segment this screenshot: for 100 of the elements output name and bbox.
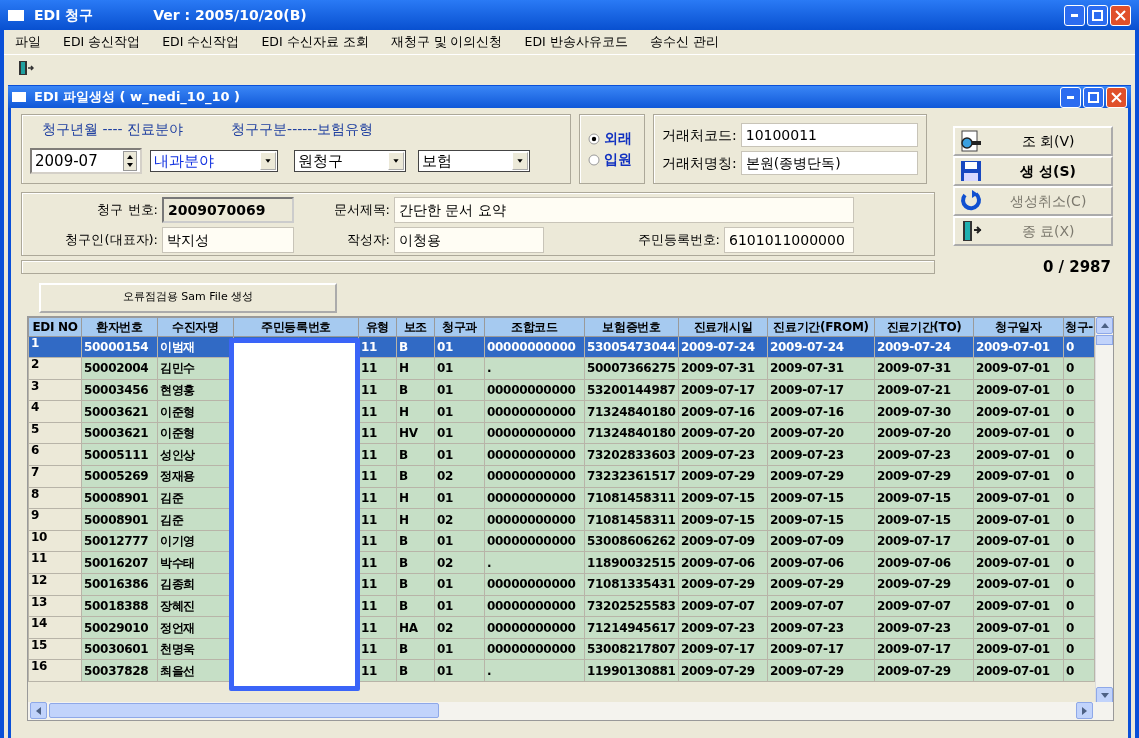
column-header[interactable]: 진료기간(TO) [874, 317, 974, 336]
table-cell: 00000000000 [487, 577, 576, 592]
vendor-name-field[interactable]: 본원(종병단독) [740, 151, 918, 175]
table-cell: 50002004 [84, 361, 149, 376]
close-button[interactable] [1106, 86, 1127, 108]
column-header[interactable]: 조합코드 [484, 317, 585, 336]
scroll-left-button[interactable] [30, 702, 47, 719]
scroll-thumb[interactable] [49, 703, 439, 718]
table-cell: 02 [437, 512, 454, 527]
maximize-button[interactable] [1087, 4, 1108, 26]
table-cell: 50007366275 [587, 361, 676, 376]
table-cell: HA [399, 620, 418, 635]
minimize-button[interactable] [1064, 4, 1085, 26]
department-dropdown[interactable]: 내과분야 [150, 150, 278, 172]
menu-item[interactable]: 파일 [4, 32, 52, 52]
table-cell: 2009-07-17 [681, 383, 755, 397]
claim-type-dropdown[interactable]: 원청구 [294, 150, 406, 172]
right-arrow-icon [1082, 706, 1087, 715]
column-header[interactable]: 진료기간(FROM) [767, 317, 875, 336]
menu-item[interactable]: EDI 수신자료 조회 [250, 32, 380, 52]
table-cell: 2009-07-29 [877, 663, 951, 678]
table-cell: 01 [437, 663, 454, 678]
table-cell: 2009-07-21 [877, 383, 951, 397]
table-cell: 2009-07-24 [681, 339, 755, 354]
vendor-code-field[interactable]: 10100011 [740, 123, 918, 147]
table-cell: 73232361517 [587, 469, 676, 484]
menu-item[interactable]: 재청구 및 이의신청 [379, 32, 514, 52]
month-spin-field[interactable]: 2009-07 [30, 148, 142, 174]
table-cell: 53200144987 [587, 383, 676, 397]
record-counter: 0 / 2987 [1042, 257, 1111, 278]
text-field[interactable]: 이청용 [394, 227, 544, 253]
table-cell: 0 [1066, 598, 1075, 613]
column-header[interactable]: 주민등록번호 [233, 317, 359, 336]
table-cell: 01 [437, 577, 454, 592]
menu-item[interactable]: 송수신 관리 [638, 32, 730, 52]
table-cell: 0 [1066, 555, 1075, 570]
column-header[interactable]: 청구과 [434, 317, 485, 336]
table-cell: 2009-07-01 [976, 404, 1050, 419]
table-cell: B [399, 577, 408, 592]
exit-door-icon[interactable] [16, 58, 34, 77]
text-field[interactable]: 6101011000000 [724, 227, 854, 253]
menu-item[interactable]: EDI 송신작업 [52, 32, 152, 52]
column-header[interactable]: 보험증번호 [584, 317, 679, 336]
column-header[interactable]: 청구- [1063, 317, 1095, 336]
column-header[interactable]: 진료개시일 [678, 317, 768, 336]
text-field[interactable]: 2009070069 [162, 197, 294, 223]
field-label: 주민등록번호: [636, 231, 721, 250]
sam-file-button[interactable]: 오류점검용 Sam File 생성 [39, 282, 337, 313]
table-cell: 2009-07-07 [770, 598, 844, 613]
table-cell: 성인상 [160, 447, 196, 462]
table-cell: 2009-07-29 [681, 577, 755, 592]
group-legend: 청구년월 ---- 진료분야 [42, 119, 184, 140]
maximize-icon [1088, 91, 1099, 103]
text-field[interactable]: 박지성 [162, 227, 294, 253]
column-header[interactable]: 수진자명 [157, 317, 234, 336]
table-cell: 2009-07-31 [681, 361, 755, 376]
table-cell: 50000154 [84, 339, 149, 354]
table-cell: 50005269 [84, 469, 149, 484]
spin-arrows-icon[interactable] [123, 151, 137, 171]
table-cell: 00000000000 [487, 404, 576, 419]
menu-item[interactable]: EDI 수신작업 [151, 32, 251, 52]
column-header[interactable]: 유형 [358, 317, 397, 336]
scroll-up-button[interactable] [1096, 316, 1113, 334]
table-cell: 2009-07-01 [976, 642, 1050, 657]
radio-button[interactable] [588, 132, 600, 145]
table-cell: 50005111 [84, 447, 149, 462]
minimize-button[interactable] [1060, 86, 1081, 108]
table-cell: 71081335431 [587, 577, 676, 592]
table-cell: 13 [31, 596, 48, 609]
table-cell: 2009-07-17 [877, 642, 951, 657]
table-cell: 50003456 [84, 383, 149, 397]
menu-item[interactable]: EDI 반송사유코드 [513, 32, 639, 52]
maximize-button[interactable] [1083, 86, 1104, 108]
table-cell: 2009-07-16 [770, 404, 844, 419]
action-button[interactable]: 조 회(V) [953, 126, 1113, 156]
insurance-dropdown[interactable]: 보험 [418, 150, 530, 172]
column-header[interactable]: 보조 [396, 317, 435, 336]
table-cell: 2009-07-23 [770, 447, 844, 462]
scroll-thumb[interactable] [1096, 334, 1113, 345]
table-cell: 이준형 [160, 426, 196, 441]
close-button[interactable] [1110, 4, 1131, 26]
table-cell: 0 [1066, 577, 1075, 592]
action-button[interactable]: 생 성(S) [953, 156, 1113, 186]
table-cell: 2009-07-29 [770, 577, 844, 592]
column-header[interactable]: 환자번호 [81, 317, 158, 336]
table-cell: 2009-07-20 [770, 426, 844, 441]
table-cell: 김준 [160, 490, 184, 505]
text-field[interactable]: 간단한 문서 요약 [394, 197, 854, 223]
scroll-right-button[interactable] [1076, 702, 1093, 719]
table-cell: 0 [1066, 447, 1075, 462]
table-cell: 11 [361, 426, 378, 441]
table-cell: 7 [31, 466, 40, 480]
table-cell: 11 [361, 447, 378, 462]
table-cell: 2009-07-06 [770, 555, 844, 570]
column-header[interactable]: 청구일자 [973, 317, 1064, 336]
table-cell: 0 [1066, 383, 1075, 397]
table-cell: B [399, 642, 408, 657]
radio-button[interactable] [588, 153, 600, 166]
column-header[interactable]: EDI NO [28, 317, 82, 336]
table-cell: 00000000000 [487, 383, 576, 397]
